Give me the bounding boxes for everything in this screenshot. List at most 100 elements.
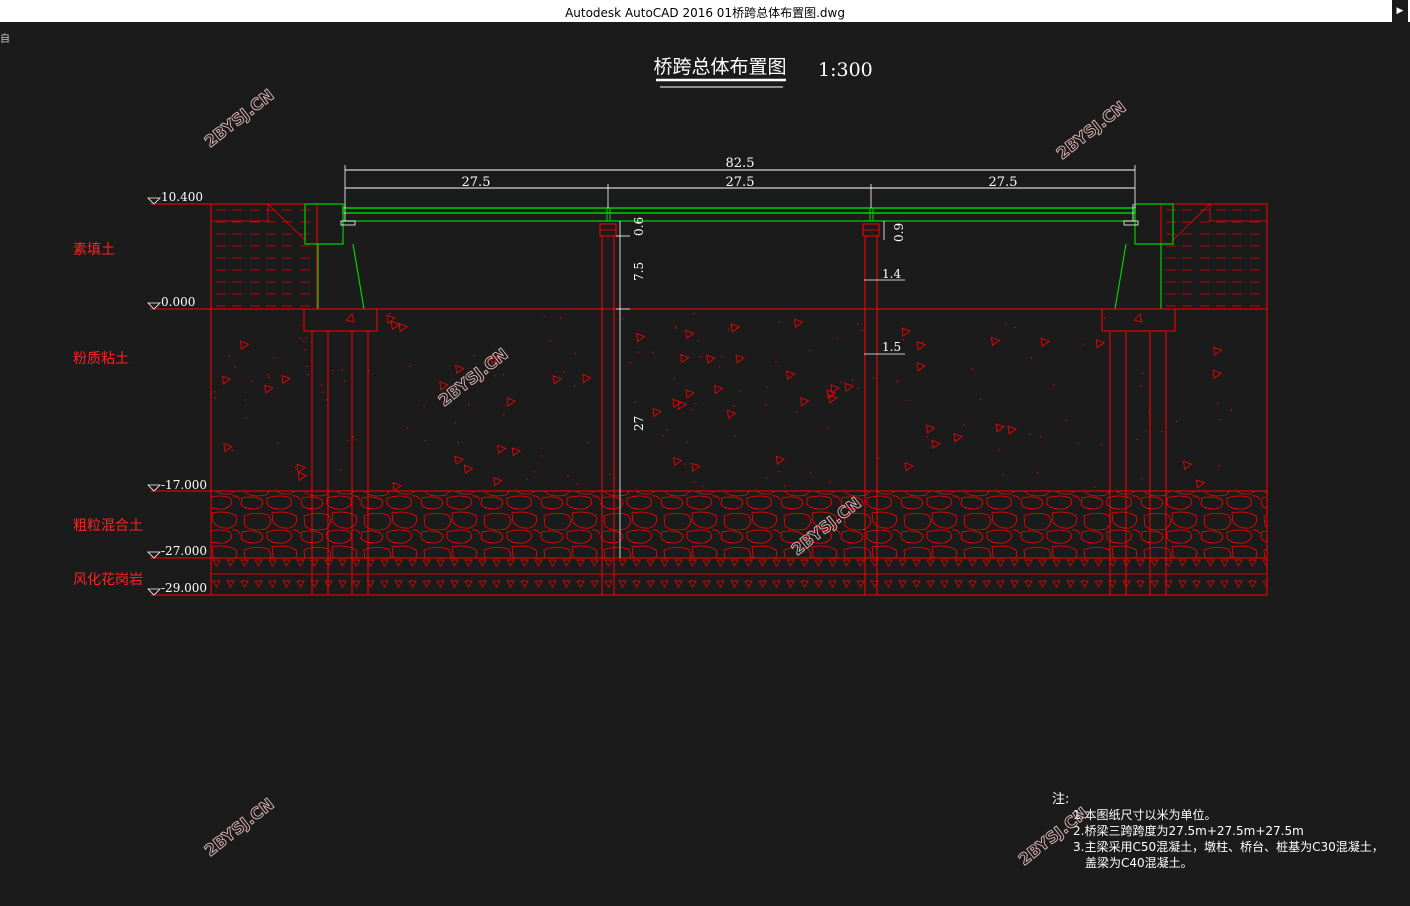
elev-label: -17.000 bbox=[161, 478, 207, 492]
soil-speckle bbox=[1007, 425, 1017, 435]
soil-dot bbox=[857, 387, 859, 390]
soil-speckle bbox=[390, 320, 401, 331]
menu-arrow-icon[interactable]: ▶ bbox=[1392, 0, 1408, 22]
elevation-markers: 10.400 0.000 -17.000 -27.000 -29.000 bbox=[147, 190, 207, 596]
soil-dot bbox=[267, 373, 269, 376]
soil-dot bbox=[341, 369, 344, 371]
soil-dot bbox=[574, 352, 577, 355]
watermark: 2BYSJ.CN bbox=[1053, 97, 1130, 163]
soil-dot bbox=[294, 466, 297, 468]
soil-dot bbox=[810, 472, 812, 474]
soil-dot bbox=[895, 380, 898, 383]
soil-speckle bbox=[636, 332, 646, 343]
soil-dot bbox=[332, 369, 334, 372]
soil-dot bbox=[662, 434, 664, 437]
soil-dot bbox=[691, 409, 693, 411]
soil-dot bbox=[1141, 478, 1143, 480]
soil-speckle bbox=[264, 384, 274, 394]
soil-dot bbox=[827, 427, 829, 430]
soil-speckle bbox=[727, 409, 737, 420]
soil-speckle bbox=[511, 447, 522, 457]
soil-dot bbox=[1230, 409, 1233, 411]
soil-dot bbox=[775, 361, 777, 363]
soil-speckle bbox=[506, 397, 516, 407]
soil-dot bbox=[424, 439, 427, 442]
soil-dot bbox=[587, 441, 590, 444]
soil-speckle bbox=[398, 322, 408, 333]
dim-beam-depth-left-label: 0.6 bbox=[632, 217, 646, 236]
soil-dot bbox=[540, 455, 543, 457]
soil-dot bbox=[228, 355, 230, 357]
soil-speckle bbox=[990, 336, 1001, 347]
soil-speckle bbox=[680, 353, 690, 364]
soil-dot bbox=[766, 477, 768, 479]
soil-speckle bbox=[582, 373, 592, 384]
soil-speckle bbox=[454, 455, 465, 465]
soil-speckle bbox=[706, 354, 716, 364]
soil-label-coarse-soil: 粗粒混合土 bbox=[73, 518, 143, 534]
soil-dot bbox=[963, 424, 965, 426]
soil-dot bbox=[406, 427, 408, 429]
soil-dot bbox=[409, 365, 411, 367]
weathered-granite-layer bbox=[210, 557, 1268, 596]
soil-speckle bbox=[392, 481, 402, 492]
soil-dot bbox=[979, 398, 982, 400]
drawing-canvas[interactable]: 桥跨总体布置图 1:300 82.5 27.5 27.5 27.5 0.6 0.… bbox=[0, 22, 1410, 906]
soil-dot bbox=[300, 324, 303, 326]
soil-dot bbox=[765, 404, 767, 406]
soil-dot bbox=[686, 441, 688, 444]
soil-dot bbox=[1219, 418, 1221, 421]
soil-dot bbox=[739, 390, 741, 392]
soil-dot bbox=[998, 449, 1001, 451]
soil-dot bbox=[906, 399, 908, 401]
coarse-mixed-soil-layer bbox=[210, 490, 1268, 559]
soil-dot bbox=[543, 316, 545, 318]
dim-pier-width-label: 1.4 bbox=[882, 267, 901, 281]
soil-speckle bbox=[296, 463, 306, 474]
soil-dot bbox=[693, 312, 695, 315]
elev-triangle-icon bbox=[147, 197, 161, 205]
silty-clay-speckles bbox=[214, 312, 1233, 492]
right-pile-cap bbox=[1101, 308, 1176, 332]
soil-speckle bbox=[1213, 346, 1223, 356]
dim-span3-label: 27.5 bbox=[989, 175, 1018, 190]
left-pile-cap bbox=[303, 308, 378, 332]
soil-label-fill: 素填土 bbox=[73, 242, 115, 258]
soil-speckle bbox=[673, 456, 683, 467]
soil-speckle bbox=[775, 455, 786, 465]
deck-slab bbox=[342, 207, 1136, 214]
elev-label: 10.400 bbox=[161, 190, 203, 204]
soil-speckle bbox=[221, 375, 232, 385]
bridge-deck bbox=[340, 204, 1139, 226]
soil-dot bbox=[621, 317, 624, 320]
elev-marker-1: 0.000 bbox=[147, 295, 195, 310]
right-abutment-front bbox=[1114, 243, 1127, 310]
soil-dot bbox=[533, 471, 535, 473]
soil-label-granite: 风化花岗岩 bbox=[73, 572, 143, 588]
soil-dot bbox=[783, 485, 786, 487]
soil-dot bbox=[674, 325, 676, 327]
soil-dot bbox=[1037, 472, 1039, 474]
soil-dot bbox=[322, 391, 324, 394]
soil-speckle bbox=[463, 464, 474, 475]
watermark: 2BYSJ.CN bbox=[201, 794, 278, 860]
soil-speckle bbox=[223, 442, 233, 453]
soil-speckle bbox=[926, 424, 936, 434]
soil-dot bbox=[1093, 486, 1096, 488]
soil-speckle bbox=[730, 323, 741, 333]
soil-dot bbox=[473, 354, 475, 357]
soil-dot bbox=[1216, 402, 1219, 404]
dim-span2-label: 27.5 bbox=[726, 175, 755, 190]
soil-dot bbox=[268, 376, 270, 379]
soil-speckle bbox=[828, 394, 838, 404]
soil-speckle bbox=[1195, 479, 1206, 489]
soil-dot bbox=[576, 483, 579, 485]
soil-dot bbox=[245, 417, 247, 419]
soil-dot bbox=[684, 463, 686, 465]
soil-dot bbox=[677, 408, 679, 410]
watermark: 2BYSJ.CN bbox=[435, 344, 512, 410]
soil-speckle bbox=[931, 439, 941, 450]
soil-dot bbox=[693, 481, 695, 483]
soil-dot bbox=[778, 321, 781, 323]
soil-speckle bbox=[685, 329, 695, 340]
